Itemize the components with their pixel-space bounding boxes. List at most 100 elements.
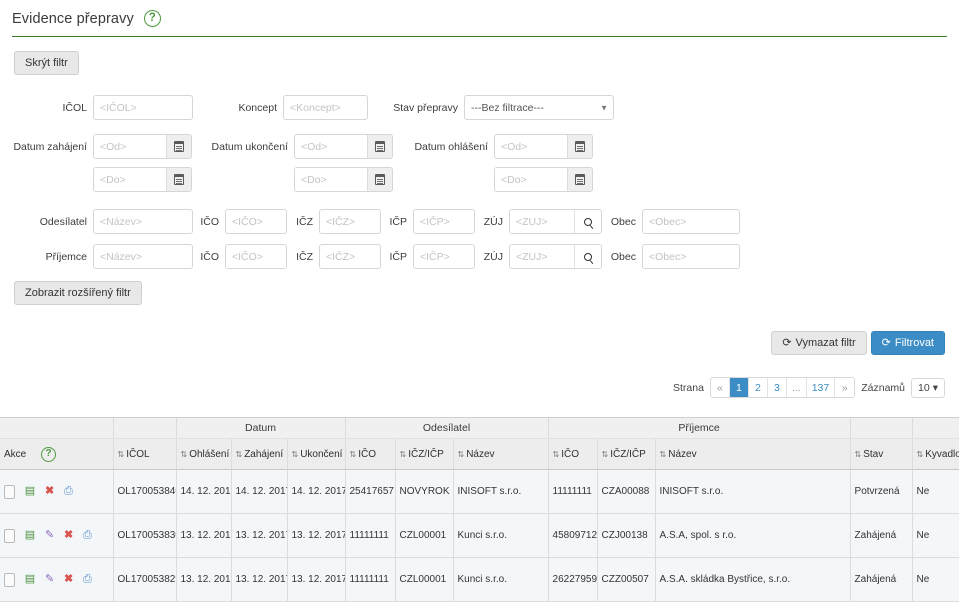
prijemce-zuj-input[interactable] [510,245,574,268]
row-actions: ▤ ✎ ✖ ⎙ [0,513,114,558]
datum-ohlaseni-to-input[interactable] [495,168,567,191]
records-label: Záznamů [861,381,906,394]
col-zahajeni[interactable]: ⇅ Zahájení [231,438,288,470]
cell-stav: Zahájená [850,557,913,602]
search-icon[interactable] [574,245,601,268]
pager-page-1[interactable]: 1 [729,378,749,397]
col-odesilatel-iczicp[interactable]: ⇅ IČZ/IČP [395,438,454,470]
odesilatel-icp-label: IČP [389,215,407,228]
cell-icol: OL170053830 [113,513,177,558]
col-ukonceni[interactable]: ⇅ Ukončení [287,438,346,470]
col-ohlaseni-label: Ohlášení [189,448,230,460]
detail-icon[interactable]: ▤ [25,574,35,585]
clear-filter-button[interactable]: ⟳ Vymazat filtr [771,331,867,355]
refresh-icon: ⟳ [881,336,891,349]
datum-ukonceni-from-input[interactable] [295,135,367,158]
col-kyvadlova[interactable]: ⇅Kyvadlová [912,438,959,470]
col-prijemce-nazev[interactable]: ⇅ Název [655,438,851,470]
calendar-icon[interactable] [166,168,191,191]
hide-filter-button[interactable]: Skrýt filtr [14,51,79,75]
cell-ukonceni: 13. 12. 2017 [287,513,346,558]
stav-prepravy-select[interactable]: ---Bez filtrace--- [464,95,614,120]
icol-input[interactable] [93,95,193,120]
koncept-input[interactable] [283,95,368,120]
row-checkbox[interactable] [4,484,15,499]
pager-prev[interactable]: « [710,378,730,397]
show-extended-filter-button[interactable]: Zobrazit rozšířený filtr [14,281,142,305]
filter-submit-label: Filtrovat [894,337,934,349]
filter-row-date-to [0,167,959,192]
prijemce-icz-input[interactable] [319,244,381,269]
odesilatel-zuj-input[interactable] [510,210,574,233]
cell-prijemce-ico: 11111111 [548,469,598,514]
calendar-icon[interactable] [567,168,592,191]
calendar-icon[interactable] [367,168,392,191]
delete-icon[interactable]: ✖ [45,486,54,497]
col-icol[interactable]: ⇅ IČOL [113,438,177,470]
row-checkbox[interactable] [4,528,15,543]
col-odesilatel-nazev[interactable]: ⇅ Název [453,438,549,470]
pager-next[interactable]: » [835,378,855,397]
table-row[interactable]: ▤ ✎ ✖ ⎙ OL170053829 13. 12. 2017 13. 12.… [0,557,959,602]
col-odesilatel-ico[interactable]: ⇅ IČO [345,438,396,470]
filter-row-odesilatel: Odesílatel IČO IČZ IČP ZÚJ Obec [0,209,959,234]
pager-page-last[interactable]: 137 [806,378,836,397]
filter-submit-button[interactable]: ⟳ Filtrovat [870,331,945,355]
col-icol-label: IČOL [126,448,150,460]
koncept-label: Koncept [238,101,277,114]
prijemce-nazev-input[interactable] [93,244,193,269]
records-per-page-select[interactable]: 10 ▾ [911,377,945,398]
odesilatel-obec-input[interactable] [642,209,740,234]
prijemce-icp-label: IČP [389,250,407,263]
detail-icon[interactable]: ▤ [25,486,35,497]
col-kyvadlova-label: Kyvadlová [925,448,959,460]
filter-row-1: IČOL Koncept Stav přepravy ---Bez filtra… [0,95,959,120]
calendar-icon[interactable] [367,135,392,158]
delete-icon[interactable]: ✖ [64,530,73,541]
datum-ohlaseni-to-group [494,167,593,192]
filter-row-date-from: Datum zahájení Datum ukončení Datum ohlá… [0,134,959,159]
col-ohlaseni[interactable]: ⇅ Ohlášení [176,438,232,470]
question-mark-icon[interactable]: ? [41,446,57,462]
datum-ukonceni-to-input[interactable] [295,168,367,191]
pager-page-3[interactable]: 3 [767,378,787,397]
cell-ohlaseni: 14. 12. 2017 [176,469,232,514]
delete-icon[interactable]: ✖ [64,574,73,585]
table-row[interactable]: ▤ ✎ ✖ ⎙ OL170053830 13. 12. 2017 13. 12.… [0,513,959,558]
datum-ohlaseni-from-input[interactable] [495,135,567,158]
print-icon[interactable]: ⎙ [83,574,92,585]
odesilatel-icp-input[interactable] [413,209,475,234]
pager-control: « 1 2 3 ... 137 » [709,377,856,398]
table-row[interactable]: ▤ ✖ ⎙ OL170053840 14. 12. 2017 14. 12. 2… [0,469,959,514]
calendar-icon[interactable] [567,135,592,158]
question-mark-icon[interactable]: ? [143,10,161,27]
calendar-icon[interactable] [166,135,191,158]
pager-page-2[interactable]: 2 [748,378,768,397]
prijemce-icp-input[interactable] [413,244,475,269]
row-checkbox[interactable] [4,572,15,587]
clear-filter-label: Vymazat filtr [795,337,856,349]
records-per-page-value: 10 [918,381,930,394]
datum-zahajeni-from-input[interactable] [94,135,166,158]
print-icon[interactable]: ⎙ [64,486,73,497]
edit-icon[interactable]: ✎ [45,530,54,541]
print-icon[interactable]: ⎙ [83,530,92,541]
cell-prijemce-ico: 26227959 [548,557,598,602]
col-stav[interactable]: ⇅ Stav [850,438,913,470]
datum-zahajeni-to-input[interactable] [94,168,166,191]
odesilatel-nazev-input[interactable] [93,209,193,234]
cell-prijemce-iczicp: CZA00088 [597,469,656,514]
prijemce-ico-input[interactable] [225,244,287,269]
prijemce-zuj-group [509,244,602,269]
sort-icon: ⇅ [659,449,667,459]
col-prijemce-ico[interactable]: ⇅ IČO [548,438,598,470]
detail-icon[interactable]: ▤ [25,530,35,541]
sort-icon: ⇅ [180,449,188,459]
odesilatel-ico-input[interactable] [225,209,287,234]
cell-ukonceni: 13. 12. 2017 [287,557,346,602]
col-prijemce-iczicp[interactable]: ⇅ IČZ/IČP [597,438,656,470]
edit-icon[interactable]: ✎ [45,574,54,585]
odesilatel-icz-input[interactable] [319,209,381,234]
prijemce-obec-input[interactable] [642,244,740,269]
search-icon[interactable] [574,210,601,233]
